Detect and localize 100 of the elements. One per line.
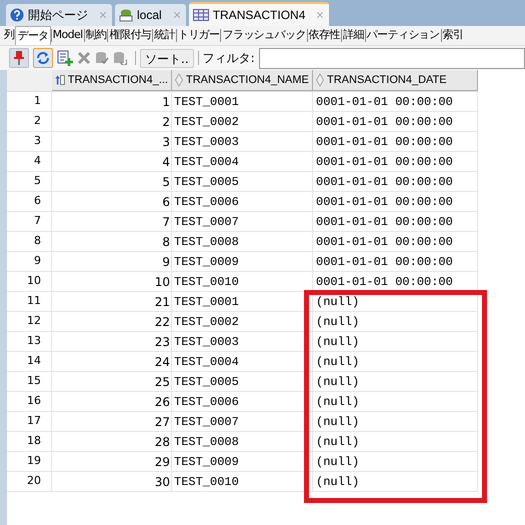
row-number: 9 bbox=[7, 252, 52, 271]
editor-tab[interactable]: TRANSACTION4 bbox=[188, 2, 330, 26]
row-number: 18 bbox=[7, 432, 52, 451]
editor-tab[interactable]: local bbox=[115, 4, 186, 26]
sort-diamond-icon bbox=[175, 73, 183, 87]
sort-button[interactable]: ソート.. bbox=[140, 48, 194, 68]
delete-icon[interactable] bbox=[77, 51, 91, 65]
table-cell: (null) bbox=[313, 352, 478, 371]
table-cell: (null) bbox=[313, 432, 478, 451]
table-cell: TEST_0008 bbox=[172, 232, 313, 251]
table-cell: 0001-01-01 00:00:00 bbox=[313, 112, 478, 131]
sub-tab[interactable]: 列 bbox=[3, 26, 16, 45]
column-header[interactable]: TRANSACTION4_DATE bbox=[313, 70, 478, 91]
sub-tab[interactable]: 依存性 bbox=[308, 26, 341, 45]
sub-tab[interactable]: 制約 bbox=[84, 26, 108, 45]
table-cell: TEST_0010 bbox=[172, 272, 313, 291]
sub-tab[interactable]: Model bbox=[52, 26, 84, 45]
table-cell: (null) bbox=[313, 372, 478, 391]
table-cell: 2 bbox=[52, 112, 172, 131]
filter-label: フィルタ: bbox=[202, 50, 255, 67]
table-cell: 1 bbox=[52, 92, 172, 111]
table-cell: TEST_0006 bbox=[172, 392, 313, 411]
table-cell: (null) bbox=[313, 292, 478, 311]
row-number: 6 bbox=[7, 192, 52, 211]
table-cell: TEST_0002 bbox=[172, 312, 313, 331]
table-cell: TEST_0002 bbox=[172, 112, 313, 131]
tab-label: 開始ページ bbox=[28, 7, 88, 24]
rollback-icon[interactable] bbox=[113, 51, 127, 65]
row-number: 16 bbox=[7, 392, 52, 411]
refresh-button[interactable] bbox=[33, 48, 53, 68]
table-cell: 24 bbox=[52, 352, 172, 371]
close-icon[interactable] bbox=[172, 10, 182, 20]
table-cell: 0001-01-01 00:00:00 bbox=[313, 232, 478, 251]
table-cell: 0001-01-01 00:00:00 bbox=[313, 212, 478, 231]
table-cell: 3 bbox=[52, 132, 172, 151]
table-cell: 25 bbox=[52, 372, 172, 391]
table-cell: TEST_0003 bbox=[172, 132, 313, 151]
sub-tab[interactable]: 統計 bbox=[153, 26, 176, 45]
table-cell: TEST_0001 bbox=[172, 92, 313, 111]
row-number: 10 bbox=[7, 272, 52, 291]
table-cell: (null) bbox=[313, 412, 478, 431]
table-cell: 23 bbox=[52, 332, 172, 351]
table-cell: TEST_0006 bbox=[172, 192, 313, 211]
table-cell: 0001-01-01 00:00:00 bbox=[313, 152, 478, 171]
pin-icon bbox=[14, 51, 24, 65]
table-cell: 5 bbox=[52, 172, 172, 191]
column-header[interactable]: TRANSACTION4_... bbox=[52, 70, 172, 91]
table-cell: TEST_0005 bbox=[172, 172, 313, 191]
insert-row-icon[interactable] bbox=[57, 50, 73, 66]
table-cell: 4 bbox=[52, 152, 172, 171]
table-cell: TEST_0004 bbox=[172, 352, 313, 371]
sub-tab[interactable]: 権限付与 bbox=[108, 26, 152, 45]
row-number: 1 bbox=[7, 92, 52, 111]
tab-label: local bbox=[137, 7, 162, 24]
commit-icon[interactable] bbox=[95, 51, 109, 65]
table-cell: (null) bbox=[313, 332, 478, 351]
editor-tab[interactable]: 開始ページ bbox=[6, 4, 112, 26]
row-number: 15 bbox=[7, 372, 52, 391]
tab-label: TRANSACTION4 bbox=[212, 7, 306, 24]
row-number: 2 bbox=[7, 112, 52, 131]
table-cell: TEST_0005 bbox=[172, 372, 313, 391]
sub-tab[interactable]: フラッシュバック bbox=[221, 26, 307, 45]
row-number: 13 bbox=[7, 332, 52, 351]
row-number: 20 bbox=[7, 472, 52, 491]
table-cell: TEST_0009 bbox=[172, 452, 313, 471]
sub-tab[interactable]: パーティション bbox=[366, 26, 441, 45]
table-cell: (null) bbox=[313, 472, 478, 491]
sort-icon bbox=[55, 73, 65, 87]
table-cell: TEST_0004 bbox=[172, 152, 313, 171]
table-cell: TEST_0010 bbox=[172, 472, 313, 491]
table-cell: TEST_0001 bbox=[172, 292, 313, 311]
row-number: 12 bbox=[7, 312, 52, 331]
table-cell: 6 bbox=[52, 192, 172, 211]
close-icon[interactable] bbox=[98, 10, 108, 20]
table-cell: 7 bbox=[52, 212, 172, 231]
table-cell: 29 bbox=[52, 452, 172, 471]
table-cell: (null) bbox=[313, 312, 478, 331]
column-header[interactable]: TRANSACTION4_NAME bbox=[172, 70, 313, 91]
table-cell: 0001-01-01 00:00:00 bbox=[313, 252, 478, 271]
table-cell: TEST_0008 bbox=[172, 432, 313, 451]
row-number: 19 bbox=[7, 452, 52, 471]
filter-field[interactable] bbox=[258, 48, 525, 68]
sub-tab[interactable]: 索引 bbox=[442, 26, 464, 45]
close-icon[interactable] bbox=[315, 10, 326, 20]
sub-tab[interactable]: トリガー bbox=[176, 26, 220, 45]
table-cell: 10 bbox=[52, 272, 172, 291]
table-cell: 0001-01-01 00:00:00 bbox=[313, 132, 478, 151]
table-cell: TEST_0009 bbox=[172, 252, 313, 271]
row-number: 7 bbox=[7, 212, 52, 231]
table-cell: 27 bbox=[52, 412, 172, 431]
sub-tab[interactable]: 詳細 bbox=[342, 26, 365, 45]
sub-tab[interactable]: データ bbox=[15, 26, 51, 45]
table-cell: 0001-01-01 00:00:00 bbox=[313, 192, 478, 211]
table-cell: TEST_0007 bbox=[172, 212, 313, 231]
table-cell: 28 bbox=[52, 432, 172, 451]
table-cell: (null) bbox=[313, 452, 478, 471]
pin-button[interactable] bbox=[9, 48, 29, 68]
table-cell: (null) bbox=[313, 392, 478, 411]
table-cell: TEST_0003 bbox=[172, 332, 313, 351]
database-icon bbox=[119, 8, 133, 22]
